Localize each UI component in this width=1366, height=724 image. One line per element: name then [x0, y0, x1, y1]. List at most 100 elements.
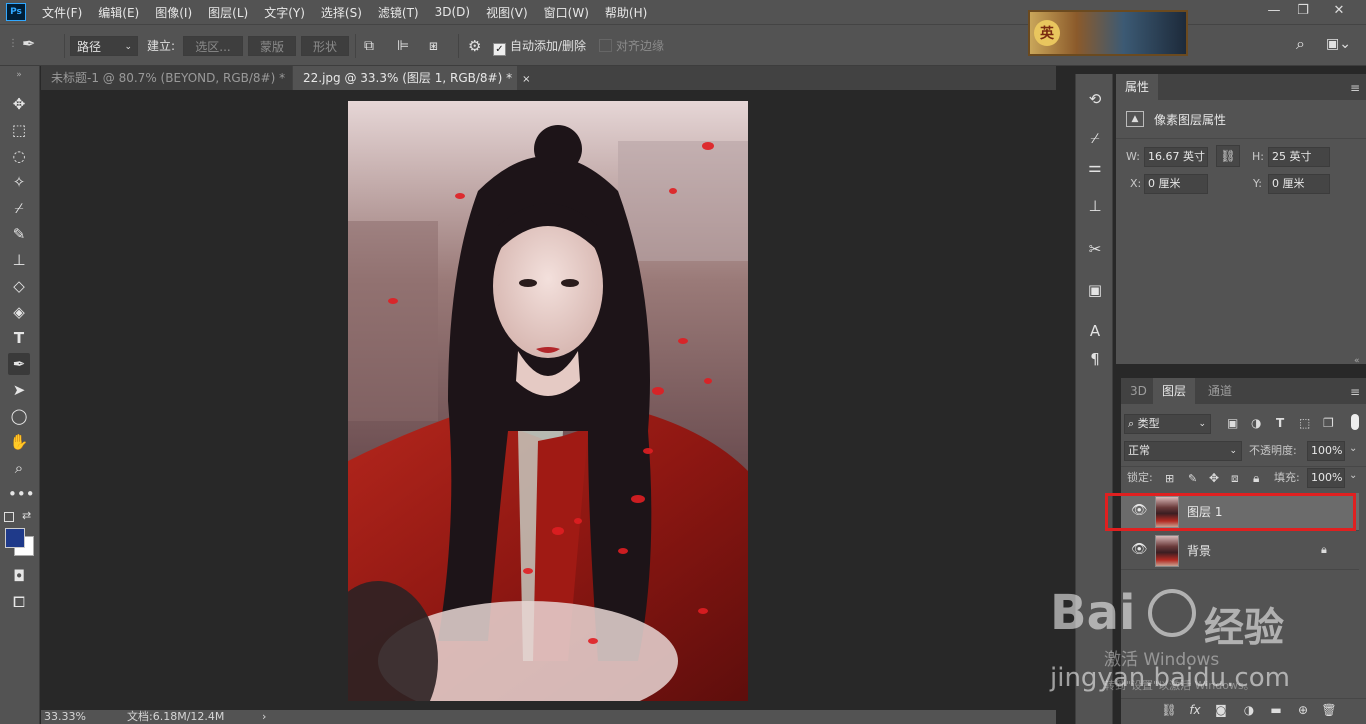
hand-tool-icon[interactable]: ✋: [8, 431, 30, 453]
path-arrangement-icon[interactable]: ⧆: [429, 36, 438, 56]
move-tool-icon[interactable]: ✥: [8, 93, 30, 115]
stamp-tool-icon[interactable]: ⊥: [8, 249, 30, 271]
lock-transparent-icon[interactable]: ⊞: [1165, 472, 1174, 485]
layer-filter-select[interactable]: ⌕ 类型 ⌄: [1124, 414, 1211, 434]
menu-image[interactable]: 图像(I): [147, 4, 200, 21]
swap-colors-icon[interactable]: ⇄: [22, 509, 31, 522]
eye-icon[interactable]: 👁︎: [1131, 543, 1148, 557]
x-field[interactable]: 0 厘米: [1144, 174, 1208, 194]
tab-properties[interactable]: 属性: [1116, 74, 1159, 100]
more-tools-icon[interactable]: •••: [8, 483, 35, 505]
eyedropper-tool-icon[interactable]: ⌿: [8, 197, 30, 219]
menu-3d[interactable]: 3D(D): [427, 5, 478, 19]
height-field[interactable]: 25 英寸: [1268, 147, 1330, 167]
menu-edit[interactable]: 编辑(E): [90, 4, 147, 21]
paragraph-icon[interactable]: ¶: [1084, 348, 1106, 370]
marquee-tool-icon[interactable]: ⬚: [8, 119, 30, 141]
opacity-field[interactable]: 100%: [1307, 441, 1345, 461]
menu-select[interactable]: 选择(S): [313, 4, 370, 21]
quick-mask-icon[interactable]: ◘: [8, 565, 30, 587]
lock-all-icon[interactable]: 🔒︎: [1253, 471, 1259, 486]
brush-tool-icon[interactable]: ✎: [8, 223, 30, 245]
status-menu-arrow[interactable]: ›: [262, 710, 266, 724]
collapse-icon[interactable]: «: [1354, 356, 1360, 366]
menu-help[interactable]: 帮助(H): [597, 4, 655, 21]
default-colors-icon[interactable]: [4, 512, 14, 522]
adjustments-icon[interactable]: ⚌: [1084, 156, 1106, 178]
filter-smart-object-icon[interactable]: ❐: [1323, 416, 1334, 430]
make-selection-button[interactable]: 选区...: [183, 36, 243, 56]
group-icon[interactable]: ▬: [1268, 703, 1284, 717]
collapse-icon[interactable]: »: [8, 64, 30, 86]
y-field[interactable]: 0 厘米: [1268, 174, 1330, 194]
paint-bucket-tool-icon[interactable]: ◈: [8, 301, 30, 323]
filter-type-icon[interactable]: T: [1276, 416, 1284, 430]
chevron-down-icon[interactable]: ⌄: [1349, 443, 1357, 454]
filter-adjustment-icon[interactable]: ◑: [1251, 416, 1261, 430]
layer-row-background[interactable]: 👁︎ 背景 🔒︎: [1121, 532, 1359, 570]
path-mode-select[interactable]: 路径 ⌄: [70, 36, 138, 56]
filter-toggle[interactable]: [1351, 414, 1359, 430]
restore-button[interactable]: ❐: [1295, 3, 1311, 19]
fx-icon[interactable]: fx: [1187, 703, 1203, 717]
tab-3d[interactable]: 3D: [1121, 378, 1156, 404]
ellipse-tool-icon[interactable]: ◯: [8, 405, 30, 427]
link-icon[interactable]: ⛓: [1216, 145, 1240, 167]
layer-name[interactable]: 背景: [1187, 532, 1211, 570]
path-selection-tool-icon[interactable]: ➤: [8, 379, 30, 401]
minimize-button[interactable]: —: [1266, 3, 1282, 19]
type-tool-icon[interactable]: T: [8, 327, 30, 349]
blend-mode-select[interactable]: 正常 ⌄: [1124, 441, 1242, 461]
foreground-color-swatch[interactable]: [5, 528, 25, 548]
filter-shape-icon[interactable]: ⬚: [1299, 416, 1310, 430]
screen-mode-icon[interactable]: ⧠: [8, 591, 30, 613]
auto-add-delete-checkbox[interactable]: ✓ 自动添加/删除: [493, 36, 586, 56]
menu-window[interactable]: 窗口(W): [536, 4, 597, 21]
brush-settings-icon[interactable]: ⌿: [1084, 127, 1106, 149]
clone-source-icon[interactable]: ⊥: [1084, 195, 1106, 217]
close-window-button[interactable]: ✕: [1331, 3, 1347, 19]
panel-menu-icon[interactable]: ≡: [1350, 81, 1360, 95]
swatches-icon[interactable]: ▣: [1084, 279, 1106, 301]
history-icon[interactable]: ⟲: [1084, 88, 1106, 110]
new-layer-icon[interactable]: ⊕: [1295, 703, 1311, 717]
tab-layers[interactable]: 图层: [1153, 378, 1196, 404]
gear-icon[interactable]: ⚙: [468, 36, 481, 56]
panel-menu-icon[interactable]: ≡: [1350, 385, 1360, 399]
menu-type[interactable]: 文字(Y): [256, 4, 313, 21]
tab-channels[interactable]: 通道: [1199, 378, 1241, 404]
make-shape-button[interactable]: 形状: [301, 36, 349, 56]
make-mask-button[interactable]: 蒙版: [248, 36, 296, 56]
width-field[interactable]: 16.67 英寸: [1144, 147, 1208, 167]
menu-layer[interactable]: 图层(L): [200, 4, 256, 21]
search-icon[interactable]: ⌕: [1296, 34, 1305, 54]
chevron-down-icon[interactable]: ⌄: [1349, 470, 1357, 481]
path-operations-icon[interactable]: ⧉: [364, 36, 374, 56]
link-layers-icon[interactable]: ⛓: [1161, 703, 1177, 717]
fill-field[interactable]: 100%: [1307, 468, 1345, 488]
align-edges-checkbox[interactable]: 对齐边缘: [599, 36, 664, 56]
menu-file[interactable]: 文件(F): [34, 4, 90, 21]
lock-image-icon[interactable]: ✎: [1188, 472, 1197, 485]
pen-tool-preset-icon[interactable]: ✒: [22, 34, 35, 54]
magic-wand-tool-icon[interactable]: ✧: [8, 171, 30, 193]
pen-tool-icon[interactable]: ✒: [8, 353, 30, 375]
add-mask-icon[interactable]: ◙: [1213, 703, 1229, 717]
trash-icon[interactable]: 🗑︎: [1321, 703, 1337, 717]
lock-position-icon[interactable]: ✥: [1209, 471, 1219, 485]
tool-presets-icon[interactable]: ✂: [1084, 238, 1106, 260]
menu-filter[interactable]: 滤镜(T): [370, 4, 427, 21]
filter-pixel-icon[interactable]: ▣: [1227, 416, 1238, 430]
adjustment-layer-icon[interactable]: ◑: [1241, 703, 1257, 717]
lock-artboard-icon[interactable]: ⧈: [1231, 471, 1239, 486]
menu-view[interactable]: 视图(V): [478, 4, 536, 21]
tab-22jpg[interactable]: 22.jpg @ 33.3% (图层 1, RGB/8#) * ×: [293, 66, 530, 90]
eraser-tool-icon[interactable]: ◇: [8, 275, 30, 297]
path-alignment-icon[interactable]: ⊫: [397, 36, 409, 56]
document-canvas-image[interactable]: [348, 101, 748, 701]
zoom-tool-icon[interactable]: ⌕: [8, 457, 30, 479]
zoom-level[interactable]: 33.33%: [44, 710, 86, 724]
workspace-icon[interactable]: ▣⌄: [1326, 34, 1351, 54]
lasso-tool-icon[interactable]: ◌: [8, 145, 30, 167]
character-icon[interactable]: A: [1084, 320, 1106, 342]
